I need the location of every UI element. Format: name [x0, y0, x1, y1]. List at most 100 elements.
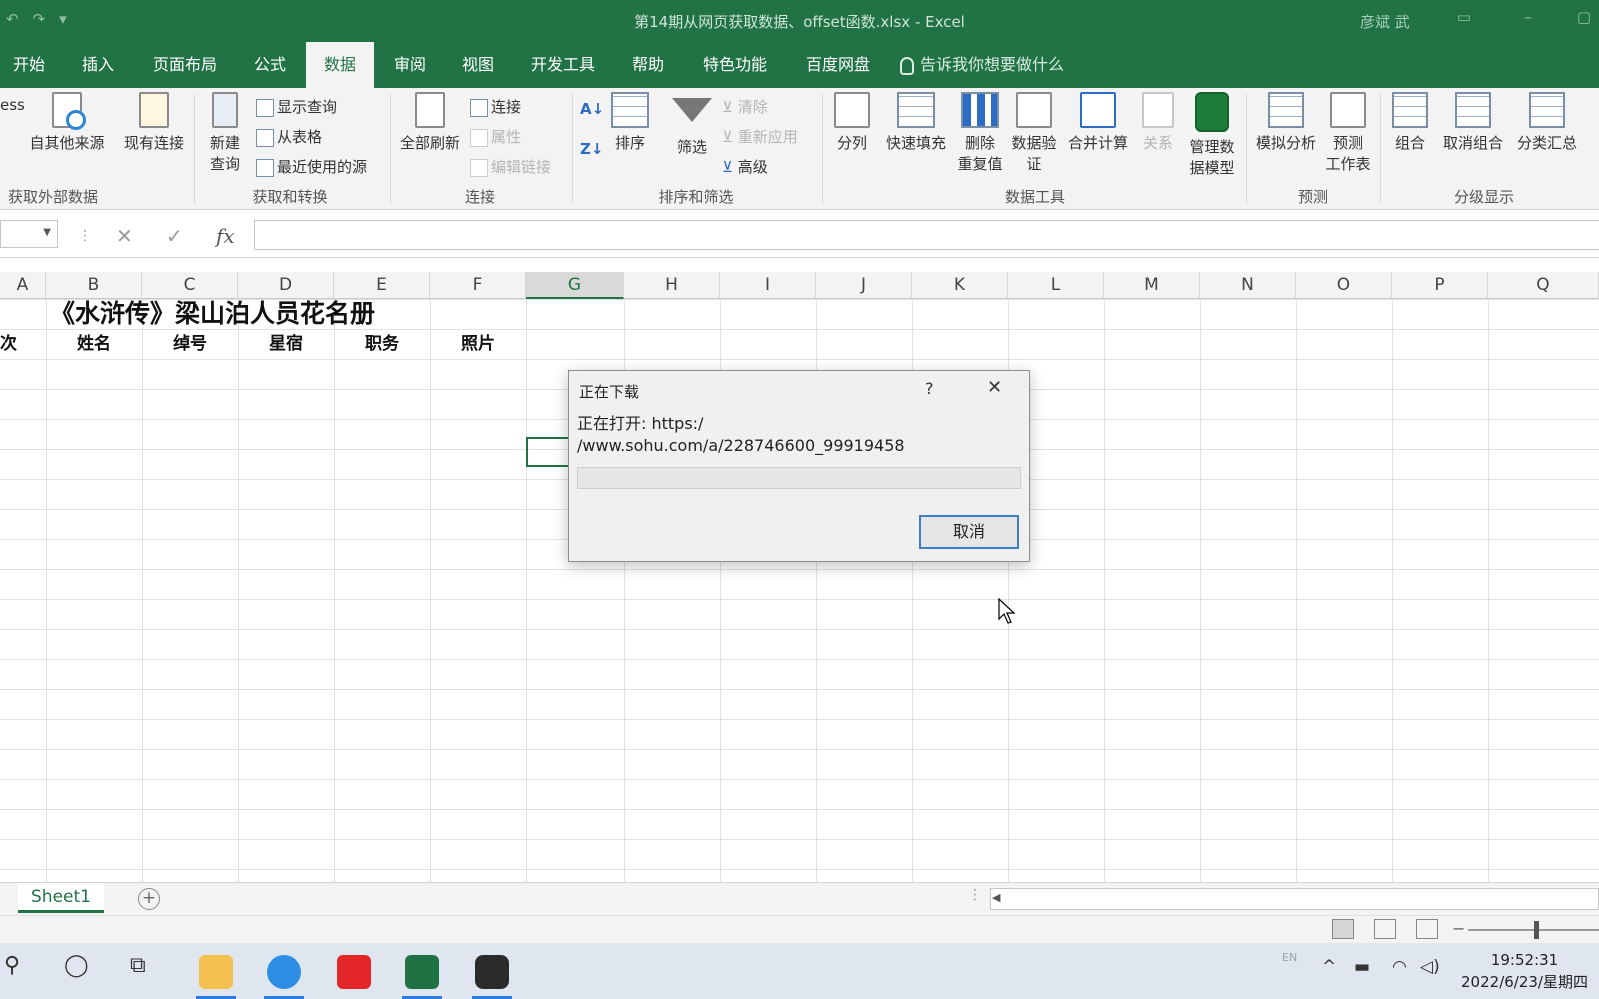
group-rows-button[interactable]: 组合	[1384, 92, 1436, 153]
from-other-sources-button[interactable]: 自其他来源	[22, 92, 112, 153]
column-header-d[interactable]: D	[238, 272, 334, 299]
ribbon-display-icon[interactable]: ▭	[1452, 8, 1476, 32]
tab-home[interactable]: 开始	[0, 42, 58, 88]
header-cell-name[interactable]: 姓名	[46, 330, 142, 358]
zoom-slider-handle[interactable]	[1534, 921, 1539, 939]
tab-review[interactable]: 审阅	[380, 42, 440, 88]
column-header-i[interactable]: I	[720, 272, 816, 299]
column-header-c[interactable]: C	[142, 272, 238, 299]
header-cell-position[interactable]: 职务	[334, 330, 430, 358]
youdao-app[interactable]	[326, 949, 382, 999]
ime-indicator[interactable]: EN	[1282, 951, 1297, 964]
name-box[interactable]: ▼	[0, 220, 58, 248]
new-query-button[interactable]: 新建 查询	[200, 92, 250, 174]
ungroup-button[interactable]: 取消组合	[1436, 92, 1510, 153]
wifi-icon[interactable]: ◠	[1392, 957, 1407, 977]
tab-split-handle[interactable]: ⋮	[968, 887, 982, 903]
battery-icon[interactable]: ▬	[1354, 957, 1370, 977]
refresh-all-button[interactable]: 全部刷新	[394, 92, 466, 153]
column-header-h[interactable]: H	[624, 272, 720, 299]
column-header-m[interactable]: M	[1104, 272, 1200, 299]
search-icon[interactable]: ⚲	[4, 953, 20, 978]
show-queries-button[interactable]: 显示查询	[256, 96, 337, 117]
page-layout-view-icon[interactable]	[1374, 919, 1396, 939]
column-header-n[interactable]: N	[1200, 272, 1296, 299]
flash-fill-button[interactable]: 快速填充	[880, 92, 952, 153]
column-header-k[interactable]: K	[912, 272, 1008, 299]
sheet-tab-sheet1[interactable]: Sheet1	[18, 883, 104, 913]
column-header-p[interactable]: P	[1392, 272, 1488, 299]
task-view-icon[interactable]: ⧉	[130, 953, 146, 978]
tab-view[interactable]: 视图	[448, 42, 508, 88]
sort-ascending-icon[interactable]: A↓	[580, 100, 604, 118]
zoom-out-icon[interactable]: −	[1452, 919, 1465, 938]
tab-page-layout[interactable]: 页面布局	[140, 42, 230, 88]
minimize-icon[interactable]: –	[1516, 8, 1540, 32]
recent-sources-button[interactable]: 最近使用的源	[256, 156, 367, 177]
column-header-g[interactable]: G	[526, 272, 624, 299]
forecast-sheet-button[interactable]: 预测 工作表	[1320, 92, 1376, 174]
manage-data-model-button[interactable]: 管理数 据模型	[1180, 92, 1244, 178]
clear-filter-button[interactable]: ⊻ 清除	[722, 96, 768, 117]
from-table-button[interactable]: 从表格	[256, 126, 322, 147]
normal-view-icon[interactable]	[1332, 919, 1354, 939]
column-header-b[interactable]: B	[46, 272, 142, 299]
tab-insert[interactable]: 插入	[68, 42, 128, 88]
sort-button[interactable]: 排序	[606, 92, 654, 153]
column-header-a[interactable]: A	[0, 272, 46, 299]
sheet-title-cell[interactable]: 《水浒传》梁山泊人员花名册	[50, 299, 375, 329]
excel-app[interactable]	[394, 949, 450, 999]
data-validation-button[interactable]: 数据验 证	[1006, 92, 1062, 174]
recorder-app[interactable]	[464, 949, 520, 999]
relationships-button[interactable]: 关系	[1136, 92, 1180, 153]
sort-descending-icon[interactable]: Z↓	[580, 140, 603, 158]
tell-me-search[interactable]: 告诉我你想要做什么	[900, 42, 1064, 88]
page-break-view-icon[interactable]	[1416, 919, 1438, 939]
confirm-entry-icon[interactable]: ✓	[166, 224, 183, 248]
tab-special-features[interactable]: 特色功能	[690, 42, 780, 88]
column-header-l[interactable]: L	[1008, 272, 1104, 299]
volume-icon[interactable]: ◁)	[1420, 957, 1440, 977]
column-header-f[interactable]: F	[430, 272, 526, 299]
consolidate-button[interactable]: 合并计算	[1062, 92, 1134, 153]
edge-browser-app[interactable]	[256, 949, 312, 999]
header-cell-nickname[interactable]: 绰号	[142, 330, 238, 358]
column-header-o[interactable]: O	[1296, 272, 1392, 299]
what-if-analysis-button[interactable]: 模拟分析	[1250, 92, 1322, 153]
user-name[interactable]: 彦斌 武	[1360, 11, 1410, 32]
cancel-button[interactable]: 取消	[919, 515, 1019, 549]
formula-input[interactable]	[254, 220, 1599, 250]
tab-help[interactable]: 帮助	[618, 42, 678, 88]
text-to-columns-button[interactable]: 分列	[826, 92, 878, 153]
column-header-q[interactable]: Q	[1488, 272, 1599, 299]
restore-icon[interactable]: ▢	[1572, 8, 1596, 32]
advanced-filter-button[interactable]: ⊻ 高级	[722, 156, 768, 177]
connections-button[interactable]: 连接	[470, 96, 521, 117]
chevron-down-icon[interactable]: ▼	[43, 227, 51, 238]
tab-data[interactable]: 数据	[306, 42, 374, 88]
file-explorer-app[interactable]	[188, 949, 244, 999]
tab-baidu-netdisk[interactable]: 百度网盘	[792, 42, 884, 88]
reapply-button[interactable]: ⊻ 重新应用	[722, 126, 798, 147]
tab-developer[interactable]: 开发工具	[518, 42, 608, 88]
cortana-icon[interactable]: ◯	[64, 953, 89, 978]
scroll-left-icon[interactable]: ◀	[992, 891, 1000, 904]
header-cell-star[interactable]: 星宿	[238, 330, 334, 358]
system-clock[interactable]: 19:52:31 2022/6/23/星期四	[1450, 949, 1599, 993]
subtotal-button[interactable]: 分类汇总	[1510, 92, 1584, 153]
add-sheet-icon[interactable]: +	[138, 888, 160, 910]
chevron-up-icon[interactable]: ^	[1322, 957, 1336, 977]
filter-button[interactable]: 筛选	[668, 92, 716, 157]
insert-function-icon[interactable]: fx	[216, 224, 235, 248]
properties-button[interactable]: 属性	[470, 126, 521, 147]
header-cell-a[interactable]: 次	[0, 330, 20, 358]
existing-connections-button[interactable]: 现有连接	[118, 92, 190, 153]
column-header-j[interactable]: J	[816, 272, 912, 299]
cancel-entry-icon[interactable]: ✕	[116, 224, 133, 248]
remove-duplicates-button[interactable]: 删除 重复值	[952, 92, 1008, 174]
edit-links-button[interactable]: 编辑链接	[470, 156, 551, 177]
column-header-e[interactable]: E	[334, 272, 430, 299]
close-icon[interactable]: ✕	[987, 377, 1002, 398]
help-icon[interactable]: ?	[925, 379, 934, 398]
horizontal-scrollbar[interactable]	[990, 888, 1599, 910]
